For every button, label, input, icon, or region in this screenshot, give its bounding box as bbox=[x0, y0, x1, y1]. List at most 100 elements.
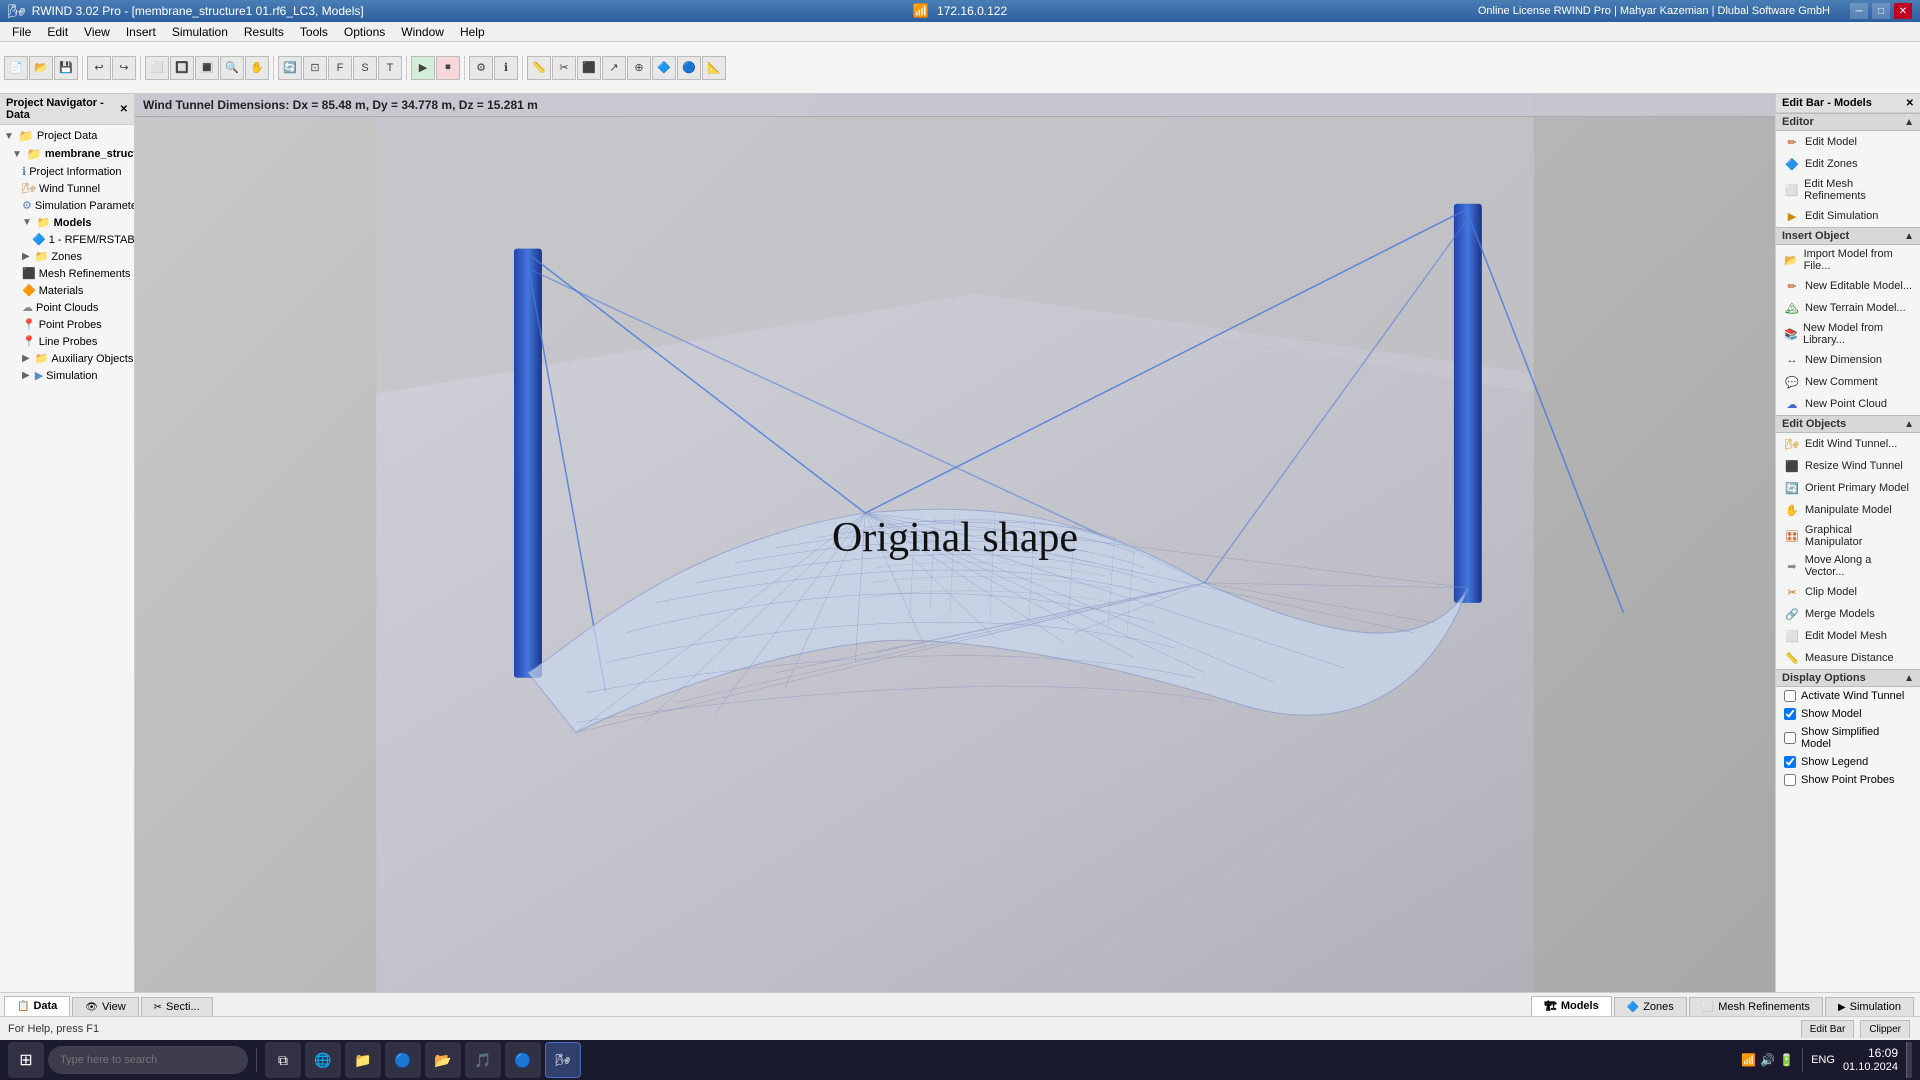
tab-edit-bar[interactable]: Edit Bar bbox=[1801, 1020, 1855, 1038]
taskbar-app1[interactable]: 🎵 bbox=[465, 1042, 501, 1078]
tab-section[interactable]: ✂ Secti... bbox=[141, 997, 213, 1016]
btn-edit-model[interactable]: ✏ Edit Model bbox=[1776, 131, 1920, 153]
toolbar-view1[interactable]: ⬜ bbox=[145, 56, 169, 80]
btn-new-library[interactable]: 📚 New Model from Library... bbox=[1776, 319, 1920, 349]
right-panel-close[interactable]: ✕ bbox=[1906, 98, 1914, 109]
chk-show-legend[interactable]: Show Legend bbox=[1776, 753, 1920, 771]
menu-help[interactable]: Help bbox=[452, 23, 493, 41]
toolbar-fit[interactable]: ⊡ bbox=[303, 56, 327, 80]
menu-file[interactable]: File bbox=[4, 23, 39, 41]
toolbar-clip[interactable]: ✂ bbox=[552, 56, 576, 80]
menu-view[interactable]: View bbox=[76, 23, 118, 41]
menu-window[interactable]: Window bbox=[393, 23, 452, 41]
btn-new-comment[interactable]: 💬 New Comment bbox=[1776, 371, 1920, 393]
toolbar-extra2[interactable]: 🔵 bbox=[677, 56, 701, 80]
btn-edit-zones[interactable]: 🔷 Edit Zones bbox=[1776, 153, 1920, 175]
menu-edit[interactable]: Edit bbox=[39, 23, 76, 41]
tree-materials[interactable]: 🔶 Materials bbox=[0, 282, 134, 299]
btn-import-model[interactable]: 📂 Import Model from File... bbox=[1776, 245, 1920, 275]
section-edit-objects-collapse[interactable]: ▲ bbox=[1904, 419, 1914, 430]
taskbar-rwind-active[interactable]: 🌬 bbox=[545, 1042, 581, 1078]
toolbar-open[interactable]: 📂 bbox=[29, 56, 53, 80]
tab-models[interactable]: 🏗 Models bbox=[1531, 996, 1612, 1016]
toolbar-new[interactable]: 📄 bbox=[4, 56, 28, 80]
toolbar-view3[interactable]: 🔳 bbox=[195, 56, 219, 80]
taskbar-explorer[interactable]: 📁 bbox=[345, 1042, 381, 1078]
tree-point-probes[interactable]: 📍 Point Probes bbox=[0, 316, 134, 333]
tree-zones[interactable]: ▶ 📁 Zones bbox=[0, 248, 134, 265]
toolbar-measure[interactable]: 📏 bbox=[527, 56, 551, 80]
toolbar-settings[interactable]: ⚙ bbox=[469, 56, 493, 80]
toolbar-axis[interactable]: ⊕ bbox=[627, 56, 651, 80]
minimize-button[interactable]: ─ bbox=[1850, 3, 1868, 19]
btn-new-editable[interactable]: ✏ New Editable Model... bbox=[1776, 275, 1920, 297]
toolbar-stop[interactable]: ⏹ bbox=[436, 56, 460, 80]
tree-wind-tunnel[interactable]: 🌬 Wind Tunnel bbox=[0, 180, 134, 197]
tree-project-info[interactable]: ℹ Project Information bbox=[0, 163, 134, 180]
btn-graphical-manip[interactable]: 🎛 Graphical Manipulator bbox=[1776, 521, 1920, 551]
show-point-probes-checkbox[interactable] bbox=[1784, 774, 1796, 786]
btn-move-vector[interactable]: ➡ Move Along a Vector... bbox=[1776, 551, 1920, 581]
btn-orient-primary[interactable]: 🔄 Orient Primary Model bbox=[1776, 477, 1920, 499]
section-display-collapse[interactable]: ▲ bbox=[1904, 673, 1914, 684]
toolbar-rotate[interactable]: 🔄 bbox=[278, 56, 302, 80]
toolbar-front[interactable]: F bbox=[328, 56, 352, 80]
windows-start-button[interactable]: ⊞ bbox=[8, 1042, 44, 1078]
show-legend-checkbox[interactable] bbox=[1784, 756, 1796, 768]
chk-show-point-probes[interactable]: Show Point Probes bbox=[1776, 771, 1920, 789]
btn-new-point-cloud[interactable]: ☁ New Point Cloud bbox=[1776, 393, 1920, 415]
taskbar-show-desktop[interactable] bbox=[1906, 1042, 1912, 1078]
btn-edit-wind-tunnel[interactable]: 🌬 Edit Wind Tunnel... bbox=[1776, 433, 1920, 455]
tab-simulation[interactable]: ▶ Simulation bbox=[1825, 997, 1914, 1016]
tree-models[interactable]: ▼ 📁 Models bbox=[0, 214, 134, 231]
toolbar-extra3[interactable]: 📐 bbox=[702, 56, 726, 80]
taskbar-edge[interactable]: 🌐 bbox=[305, 1042, 341, 1078]
toolbar-zoom[interactable]: 🔍 bbox=[220, 56, 244, 80]
toolbar-run[interactable]: ▶ bbox=[411, 56, 435, 80]
taskbar-chrome[interactable]: 🔵 bbox=[385, 1042, 421, 1078]
taskbar-folder2[interactable]: 📂 bbox=[425, 1042, 461, 1078]
tab-mesh-refinements[interactable]: ⬜ Mesh Refinements bbox=[1689, 997, 1823, 1016]
tree-membrane[interactable]: ▼ 📁 membrane_structure1 bbox=[0, 145, 134, 163]
menu-tools[interactable]: Tools bbox=[292, 23, 336, 41]
btn-measure-distance[interactable]: 📏 Measure Distance bbox=[1776, 647, 1920, 669]
tree-aux-objects[interactable]: ▶ 📁 Auxiliary Objects bbox=[0, 350, 134, 367]
tab-zones[interactable]: 🔷 Zones bbox=[1614, 997, 1687, 1016]
btn-clip-model[interactable]: ✂ Clip Model bbox=[1776, 581, 1920, 603]
tree-line-probes[interactable]: 📍 Line Probes bbox=[0, 333, 134, 350]
maximize-button[interactable]: □ bbox=[1872, 3, 1890, 19]
btn-edit-mesh[interactable]: ⬜ Edit Mesh Refinements bbox=[1776, 175, 1920, 205]
taskbar-task-view[interactable]: ⧉ bbox=[265, 1042, 301, 1078]
panel-controls[interactable]: ✕ bbox=[120, 104, 128, 115]
section-insert-collapse[interactable]: ▲ bbox=[1904, 231, 1914, 242]
chk-activate-wind-tunnel[interactable]: Activate Wind Tunnel bbox=[1776, 687, 1920, 705]
toolbar-top[interactable]: T bbox=[378, 56, 402, 80]
tree-point-clouds[interactable]: ☁ Point Clouds bbox=[0, 299, 134, 316]
tree-project-data[interactable]: ▼ 📁 Project Data bbox=[0, 127, 134, 145]
toolbar-extra1[interactable]: 🔷 bbox=[652, 56, 676, 80]
menu-options[interactable]: Options bbox=[336, 23, 393, 41]
btn-merge-models[interactable]: 🔗 Merge Models bbox=[1776, 603, 1920, 625]
section-editor-collapse[interactable]: ▲ bbox=[1904, 117, 1914, 128]
menu-simulation[interactable]: Simulation bbox=[164, 23, 236, 41]
tab-data[interactable]: 📋 Data bbox=[4, 996, 70, 1016]
btn-edit-sim[interactable]: ▶ Edit Simulation bbox=[1776, 205, 1920, 227]
tree-mesh-ref[interactable]: ⬛ Mesh Refinements bbox=[0, 265, 134, 282]
toolbar-info[interactable]: ℹ bbox=[494, 56, 518, 80]
chk-show-model[interactable]: Show Model bbox=[1776, 705, 1920, 723]
show-simplified-checkbox[interactable] bbox=[1784, 732, 1796, 744]
tree-simulation[interactable]: ▶ ▶ Simulation bbox=[0, 367, 134, 384]
viewport[interactable]: Wind Tunnel Dimensions: Dx = 85.48 m, Dy… bbox=[135, 94, 1775, 992]
chk-show-simplified[interactable]: Show Simplified Model bbox=[1776, 723, 1920, 753]
tree-sim-params[interactable]: ⚙ Simulation Parameters bbox=[0, 197, 134, 214]
tab-view[interactable]: 👁 View bbox=[72, 997, 138, 1016]
toolbar-side[interactable]: S bbox=[353, 56, 377, 80]
taskbar-app2[interactable]: 🔵 bbox=[505, 1042, 541, 1078]
activate-wind-tunnel-checkbox[interactable] bbox=[1784, 690, 1796, 702]
btn-new-terrain[interactable]: 🏔 New Terrain Model... bbox=[1776, 297, 1920, 319]
tab-clipper[interactable]: Clipper bbox=[1860, 1020, 1910, 1038]
btn-manipulate[interactable]: ✋ Manipulate Model bbox=[1776, 499, 1920, 521]
toolbar-view2[interactable]: 🔲 bbox=[170, 56, 194, 80]
toolbar-save[interactable]: 💾 bbox=[54, 56, 78, 80]
close-button[interactable]: ✕ bbox=[1894, 3, 1912, 19]
